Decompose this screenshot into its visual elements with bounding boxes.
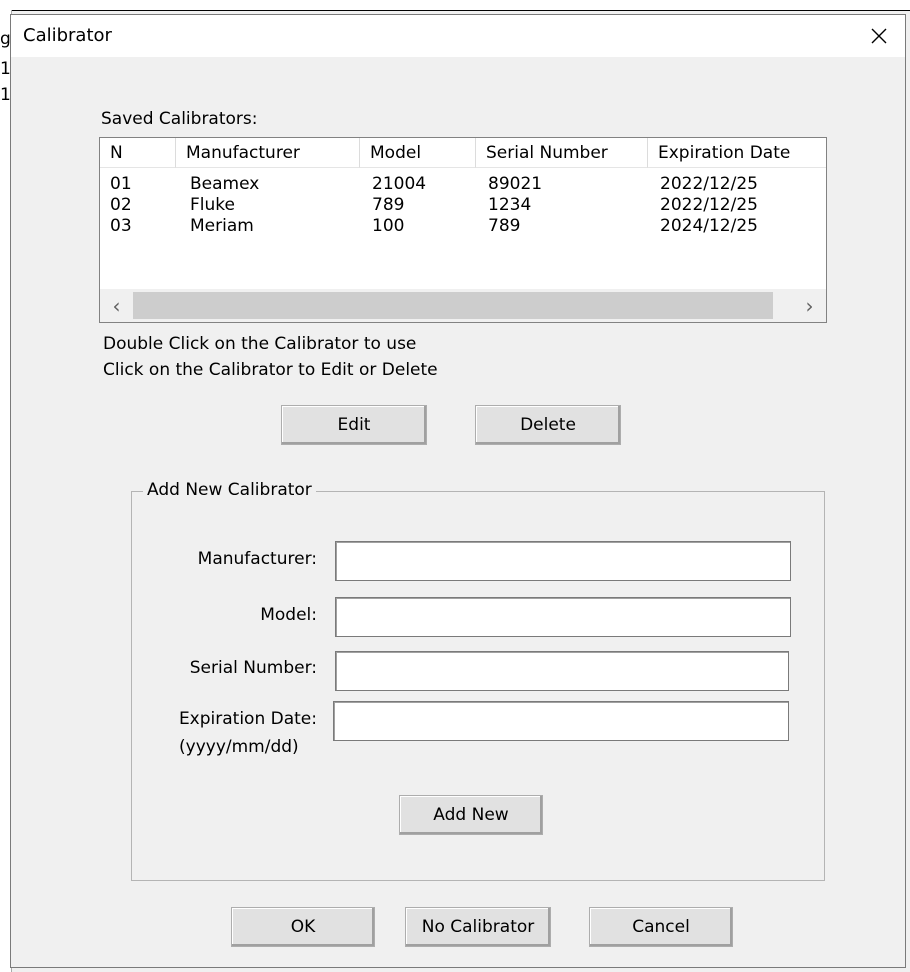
manufacturer-field[interactable] xyxy=(335,541,791,581)
background-window-edge xyxy=(0,0,910,11)
no-calibrator-button[interactable]: No Calibrator xyxy=(405,907,551,947)
hint-double-click: Double Click on the Calibrator to use xyxy=(103,334,417,354)
expiration-date-label: Expiration Date: xyxy=(178,709,317,729)
add-new-button[interactable]: Add New xyxy=(399,795,543,835)
table-row[interactable]: 03 Meriam 100 789 2024/12/25 xyxy=(100,216,826,237)
cell-n: 01 xyxy=(110,174,132,194)
scroll-right-button[interactable]: › xyxy=(793,289,826,322)
expiration-date-format-hint: (yyyy/mm/dd) xyxy=(179,737,299,757)
cell-n: 02 xyxy=(110,195,132,215)
column-header-n[interactable]: N xyxy=(100,138,176,168)
cell-manufacturer: Meriam xyxy=(190,216,254,236)
ok-button[interactable]: OK xyxy=(231,907,375,947)
list-header: N Manufacturer Model Serial Number Expir… xyxy=(100,138,826,168)
delete-button[interactable]: Delete xyxy=(475,405,621,445)
window-title: Calibrator xyxy=(23,25,112,46)
hint-click-edit: Click on the Calibrator to Edit or Delet… xyxy=(103,360,438,380)
cell-model: 21004 xyxy=(372,174,427,194)
scroll-left-button[interactable]: ‹ xyxy=(100,289,133,322)
horizontal-scrollbar[interactable]: ‹ › xyxy=(100,289,826,322)
expiration-date-field[interactable] xyxy=(333,701,789,741)
cell-manufacturer: Beamex xyxy=(190,174,260,194)
chevron-left-icon: ‹ xyxy=(112,293,121,318)
cell-expiration-date: 2022/12/25 xyxy=(660,174,758,194)
title-bar[interactable]: Calibrator xyxy=(11,15,905,57)
model-field[interactable] xyxy=(335,597,791,637)
cell-model: 100 xyxy=(372,216,405,236)
column-header-serial-number[interactable]: Serial Number xyxy=(476,138,648,168)
saved-calibrators-label: Saved Calibrators: xyxy=(101,109,258,129)
cell-expiration-date: 2024/12/25 xyxy=(660,216,758,236)
add-new-calibrator-title: Add New Calibrator xyxy=(143,480,316,500)
table-row[interactable]: 02 Fluke 789 1234 2022/12/25 xyxy=(100,195,826,216)
scrollbar-thumb[interactable] xyxy=(133,292,773,319)
chevron-right-icon: › xyxy=(805,293,814,318)
column-header-manufacturer[interactable]: Manufacturer xyxy=(176,138,360,168)
table-row[interactable]: 01 Beamex 21004 89021 2022/12/25 xyxy=(100,174,826,195)
serial-number-label: Serial Number: xyxy=(189,658,317,678)
column-header-expiration-date[interactable]: Expiration Date xyxy=(648,138,826,168)
cell-serial-number: 1234 xyxy=(488,195,532,215)
edit-button[interactable]: Edit xyxy=(281,405,427,445)
cell-serial-number: 789 xyxy=(488,216,521,236)
cancel-button[interactable]: Cancel xyxy=(589,907,733,947)
cell-serial-number: 89021 xyxy=(488,174,543,194)
cell-manufacturer: Fluke xyxy=(190,195,235,215)
saved-calibrators-list[interactable]: N Manufacturer Model Serial Number Expir… xyxy=(99,137,827,323)
manufacturer-label: Manufacturer: xyxy=(197,549,317,569)
cell-model: 789 xyxy=(372,195,405,215)
serial-number-field[interactable] xyxy=(335,651,789,691)
cell-expiration-date: 2022/12/25 xyxy=(660,195,758,215)
calibrator-dialog: Calibrator Saved Calibrators: N Manufact… xyxy=(10,14,906,968)
model-label: Model: xyxy=(260,605,317,625)
column-header-model[interactable]: Model xyxy=(360,138,476,168)
close-icon xyxy=(871,28,887,44)
cell-n: 03 xyxy=(110,216,132,236)
close-button[interactable] xyxy=(853,15,905,57)
